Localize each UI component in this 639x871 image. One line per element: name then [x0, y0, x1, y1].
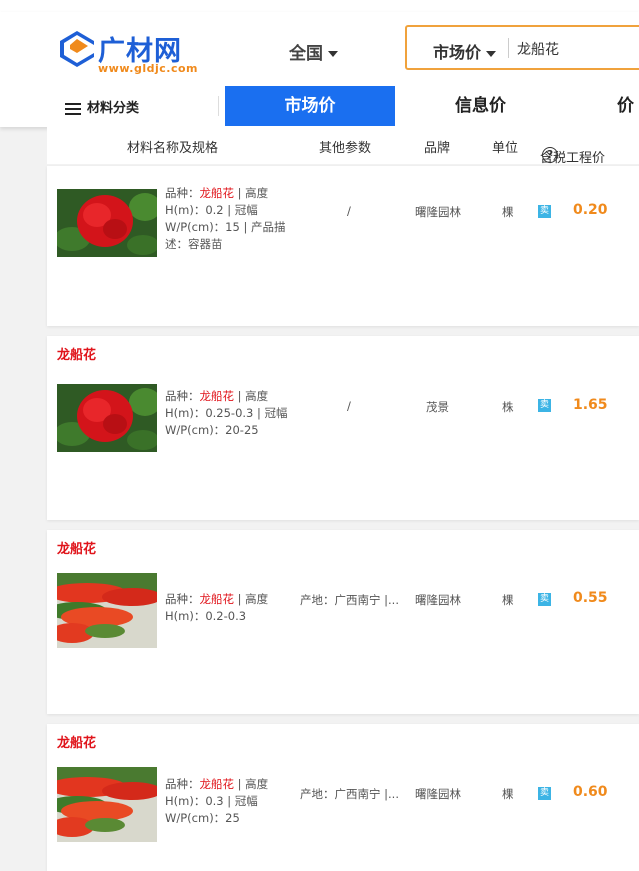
tab-price-more[interactable]: 价格 — [617, 86, 639, 156]
variety-highlight[interactable]: 龙船花 — [200, 777, 235, 791]
site-header: 广材网 www.gldjc.com 全国 市场价 材料分类 市场价 信息价 价格 — [0, 12, 639, 156]
product-card[interactable]: 龙船花 品种：龙船花 | 高度 H(m)：0.25-0.3 | 冠幅 W/P(c… — [47, 336, 639, 520]
product-image[interactable] — [57, 767, 157, 842]
product-image[interactable] — [57, 384, 157, 459]
caret-down-icon — [486, 50, 497, 57]
help-icon[interactable]: ? — [542, 147, 558, 163]
col-brand: 品牌 — [424, 141, 451, 156]
product-unit: 棵 — [502, 787, 514, 801]
sell-badge: 卖 — [538, 205, 551, 218]
product-brand[interactable]: 曙隆园林 — [415, 786, 461, 802]
site-logo[interactable]: 广材网 www.gldjc.com — [58, 29, 198, 77]
product-title[interactable]: 龙船花 — [57, 538, 96, 557]
product-brand[interactable]: 茂景 — [426, 399, 449, 415]
product-unit: 棵 — [502, 205, 514, 219]
search-input[interactable] — [515, 34, 639, 64]
col-unit: 单位 — [492, 141, 519, 156]
variety-highlight[interactable]: 龙船花 — [200, 186, 235, 200]
sell-badge: 卖 — [538, 399, 551, 412]
region-label: 全国 — [289, 44, 323, 64]
col-name: 材料名称及规格 — [127, 141, 219, 156]
sell-badge: 卖 — [538, 593, 551, 606]
nav-divider — [218, 96, 219, 116]
product-specs: 品种：龙船花 | 高度 H(m)：0.2 | 冠幅 W/P(cm)：15 | 产… — [165, 186, 286, 251]
logo-url: www.gldjc.com — [98, 62, 198, 75]
product-card[interactable]: 品种：龙船花 | 高度 H(m)：0.2 | 冠幅 W/P(cm)：15 | 产… — [47, 166, 639, 326]
product-price: 1.65 — [573, 397, 608, 413]
col-params: 其他参数 — [319, 141, 372, 156]
variety-highlight[interactable]: 龙船花 — [200, 389, 235, 403]
variety-highlight[interactable]: 龙船花 — [200, 592, 235, 606]
product-price: 0.55 — [573, 590, 608, 606]
menu-list-icon — [65, 100, 81, 118]
table-header: 材料名称及规格 其他参数 品牌 单位 含税工程价? — [47, 127, 639, 166]
product-title[interactable]: 龙船花 — [57, 732, 96, 751]
region-selector[interactable]: 全国 — [289, 39, 338, 64]
product-specs: 品种：龙船花 | 高度 H(m)：0.3 | 冠幅 W/P(cm)：25 — [165, 777, 269, 825]
product-unit: 棵 — [502, 593, 514, 607]
product-title[interactable]: 龙船花 — [57, 344, 96, 363]
product-params[interactable]: 产地：广西南宁 |... — [300, 592, 399, 608]
logo-mark-icon — [60, 31, 94, 67]
category-menu-button[interactable]: 材料分类 — [65, 97, 139, 118]
search-type-label: 市场价 — [433, 43, 482, 62]
product-unit: 株 — [502, 400, 514, 414]
product-image[interactable] — [57, 573, 157, 648]
search-divider — [508, 38, 509, 58]
category-label: 材料分类 — [87, 101, 140, 116]
product-price: 0.20 — [573, 202, 608, 218]
product-brand[interactable]: 曙隆园林 — [415, 204, 461, 220]
product-specs: 品种：龙船花 | 高度 H(m)：0.25-0.3 | 冠幅 W/P(cm)：2… — [165, 389, 288, 437]
product-brand[interactable]: 曙隆园林 — [415, 592, 461, 608]
tab-market-price[interactable]: 市场价 — [225, 86, 395, 126]
tab-info-price[interactable]: 信息价 — [455, 86, 506, 126]
main-nav: 材料分类 市场价 信息价 价格 — [0, 86, 639, 156]
product-specs: 品种：龙船花 | 高度 H(m)：0.2-0.3 — [165, 592, 269, 623]
product-card[interactable]: 龙船花 品种：龙船花 | 高度 H(m)：0.2-0.3 产地：广西南宁 |..… — [47, 530, 639, 714]
caret-down-icon — [328, 51, 338, 57]
product-params: / — [347, 399, 351, 413]
product-card[interactable]: 龙船花 品种：龙船花 | 高度 H(m)：0.3 | 冠幅 W/P(cm)：25… — [47, 724, 639, 871]
search-type-dropdown[interactable]: 市场价 — [433, 39, 497, 63]
sell-badge: 卖 — [538, 787, 551, 800]
search-box: 市场价 — [405, 25, 639, 70]
product-image[interactable] — [57, 189, 157, 264]
product-price: 0.60 — [573, 784, 608, 800]
product-params[interactable]: 产地：广西南宁 |... — [300, 786, 399, 802]
product-params: / — [347, 204, 351, 218]
